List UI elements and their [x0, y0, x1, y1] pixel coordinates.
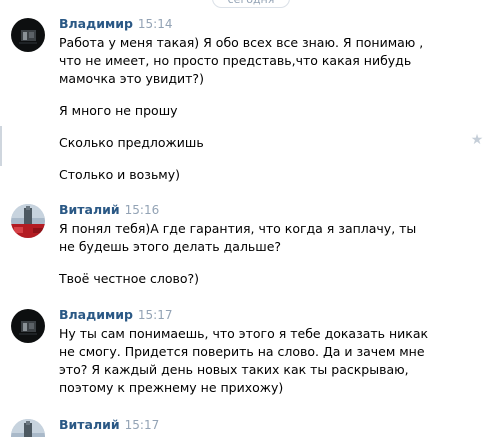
message: Виталий 15:17: [0, 417, 497, 437]
message-paragraph: Сколько предложишь: [59, 135, 204, 150]
message-text: Ну ты сам понимаешь, что этого я тебе до…: [59, 325, 434, 397]
message-paragraph: Столько и возьму): [59, 167, 181, 182]
message-time[interactable]: 15:17: [138, 308, 173, 322]
message-time[interactable]: 15:14: [138, 17, 173, 31]
message-header: Виталий 15:16: [59, 202, 159, 218]
message-header: Владимир 15:17: [59, 307, 173, 323]
message-paragraph: Ну ты сам понимаешь, что этого я тебе до…: [59, 326, 429, 395]
message: Владимир 15:14 Работа у меня такая) Я обо…: [0, 16, 497, 186]
avatar[interactable]: [11, 419, 45, 437]
chat-history: сегодня ★ Владимир15:14 Работа у меня та…: [0, 0, 497, 437]
avatar[interactable]: [11, 309, 45, 343]
avatar-image: [11, 18, 45, 52]
message-text: Работа у меня такая) Я обо всех все знаю…: [59, 34, 434, 184]
avatar[interactable]: [11, 204, 45, 238]
message-paragraph: Работа у меня такая) Я обо всех все знаю…: [59, 35, 424, 86]
author-name[interactable]: Владимир: [59, 16, 133, 31]
message-text: Я понял тебя)А где гарантия, что когда я…: [59, 220, 434, 288]
author-name[interactable]: Владимир: [59, 307, 133, 322]
message-paragraph: Я понял тебя)А где гарантия, что когда я…: [59, 221, 417, 254]
message-paragraph: Твоё честное слово?): [59, 271, 200, 286]
avatar[interactable]: [11, 18, 45, 52]
message-time[interactable]: 15:16: [125, 203, 160, 217]
message: Виталий 15:16 Я понял тебя)А где гарантия…: [0, 202, 497, 286]
avatar-image: [11, 419, 45, 437]
avatar-image: [11, 204, 45, 238]
message-header: Виталий 15:17: [59, 417, 159, 433]
date-divider: сегодня: [212, 0, 290, 8]
author-name[interactable]: Виталий: [59, 202, 120, 217]
author-name[interactable]: Виталий: [59, 417, 120, 432]
message-paragraph: Я много не прошу: [59, 103, 178, 118]
message-header: Владимир 15:14: [59, 16, 173, 32]
avatar-image: [11, 309, 45, 343]
message: Владимир 15:17 Ну ты сам понимаешь, что э…: [0, 307, 497, 399]
message-time[interactable]: 15:17: [125, 418, 160, 432]
